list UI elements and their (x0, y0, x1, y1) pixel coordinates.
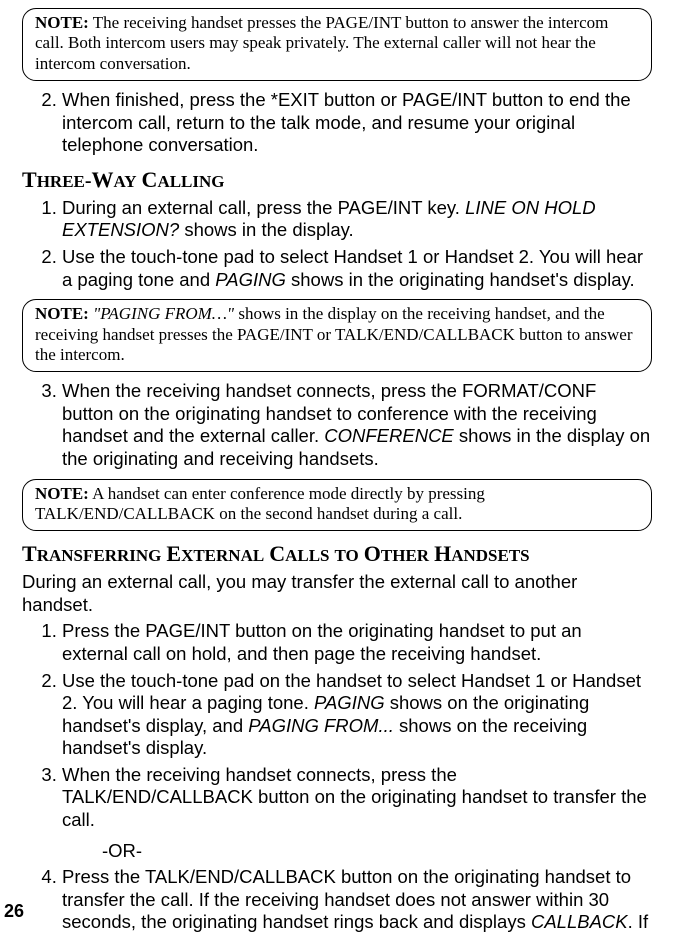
italic-text: PAGING FROM... (248, 715, 394, 736)
note-label: NOTE: (35, 484, 89, 503)
list-b-part1: During an external call, press the PAGE/… (22, 197, 652, 291)
list-b-part2: When the receiving handset connects, pre… (22, 380, 652, 470)
italic-text: PAGING (215, 269, 286, 290)
list-b-item-2: Use the touch-tone pad to select Handset… (62, 246, 652, 291)
italic-text: CALLBACK (531, 911, 628, 932)
heading-three-way: THREE-WAY CALLING (22, 167, 652, 193)
list-c: Press the PAGE/INT button on the origina… (22, 620, 652, 831)
list-c-item-4: Press the TALK/END/CALLBACK button on th… (62, 866, 652, 934)
note-label: NOTE: (35, 304, 89, 323)
text: shows in the originating handset's displ… (286, 269, 635, 290)
text: shows in the display. (179, 219, 353, 240)
text: During an external call, press the PAGE/… (62, 197, 465, 218)
page: NOTE: The receiving handset presses the … (0, 0, 676, 940)
text: . If (628, 911, 649, 932)
note-label: NOTE: (35, 13, 89, 32)
list-b-item-1: During an external call, press the PAGE/… (62, 197, 652, 242)
note-box-3: NOTE: A handset can enter conference mod… (22, 479, 652, 532)
list-c-cont: Press the TALK/END/CALLBACK button on th… (22, 866, 652, 934)
italic-text: CONFERENCE (324, 425, 454, 446)
list-c-item-2: Use the touch-tone pad on the handset to… (62, 670, 652, 760)
italic-text: PAGING (314, 692, 385, 713)
note-quote: "PAGING FROM…" (89, 304, 234, 323)
note-text: The receiving handset presses the PAGE/I… (35, 13, 608, 73)
heading-transferring: TRANSFERRING EXTERNAL CALLS TO OTHER HAN… (22, 541, 652, 567)
page-number: 26 (4, 901, 24, 922)
list-a-item-2: When finished, press the *EXIT button or… (62, 89, 652, 157)
note-box-1: NOTE: The receiving handset presses the … (22, 8, 652, 81)
or-separator: -OR- (102, 840, 652, 863)
paragraph-transfer: During an external call, you may transfe… (22, 571, 652, 616)
list-c-item-1: Press the PAGE/INT button on the origina… (62, 620, 652, 665)
note-text: A handset can enter conference mode dire… (35, 484, 485, 523)
list-b-item-3: When the receiving handset connects, pre… (62, 380, 652, 470)
list-c-item-3: When the receiving handset connects, pre… (62, 764, 652, 832)
list-a: When finished, press the *EXIT button or… (22, 89, 652, 157)
note-box-2: NOTE: "PAGING FROM…" shows in the displa… (22, 299, 652, 372)
